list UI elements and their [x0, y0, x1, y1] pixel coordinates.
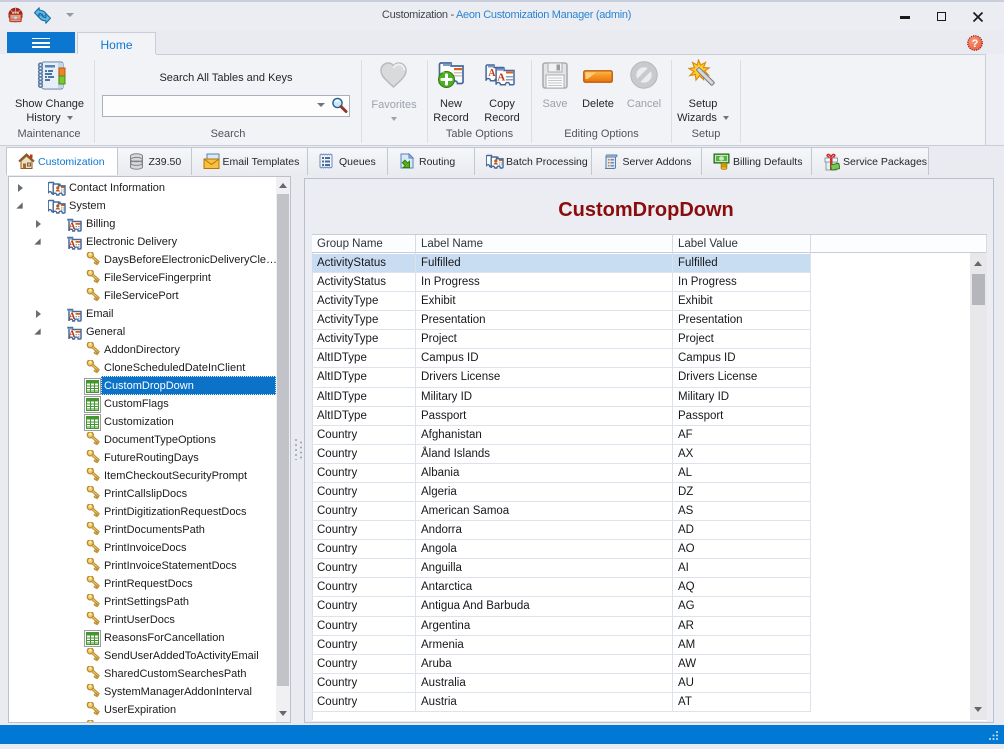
svg-text:A: A: [69, 330, 76, 340]
svg-text:A: A: [488, 68, 496, 79]
svg-text:A: A: [497, 72, 505, 84]
svg-text:?: ?: [972, 38, 979, 50]
svg-text:A: A: [69, 312, 76, 322]
svg-text:A: A: [69, 240, 76, 250]
svg-text:A: A: [69, 222, 76, 232]
